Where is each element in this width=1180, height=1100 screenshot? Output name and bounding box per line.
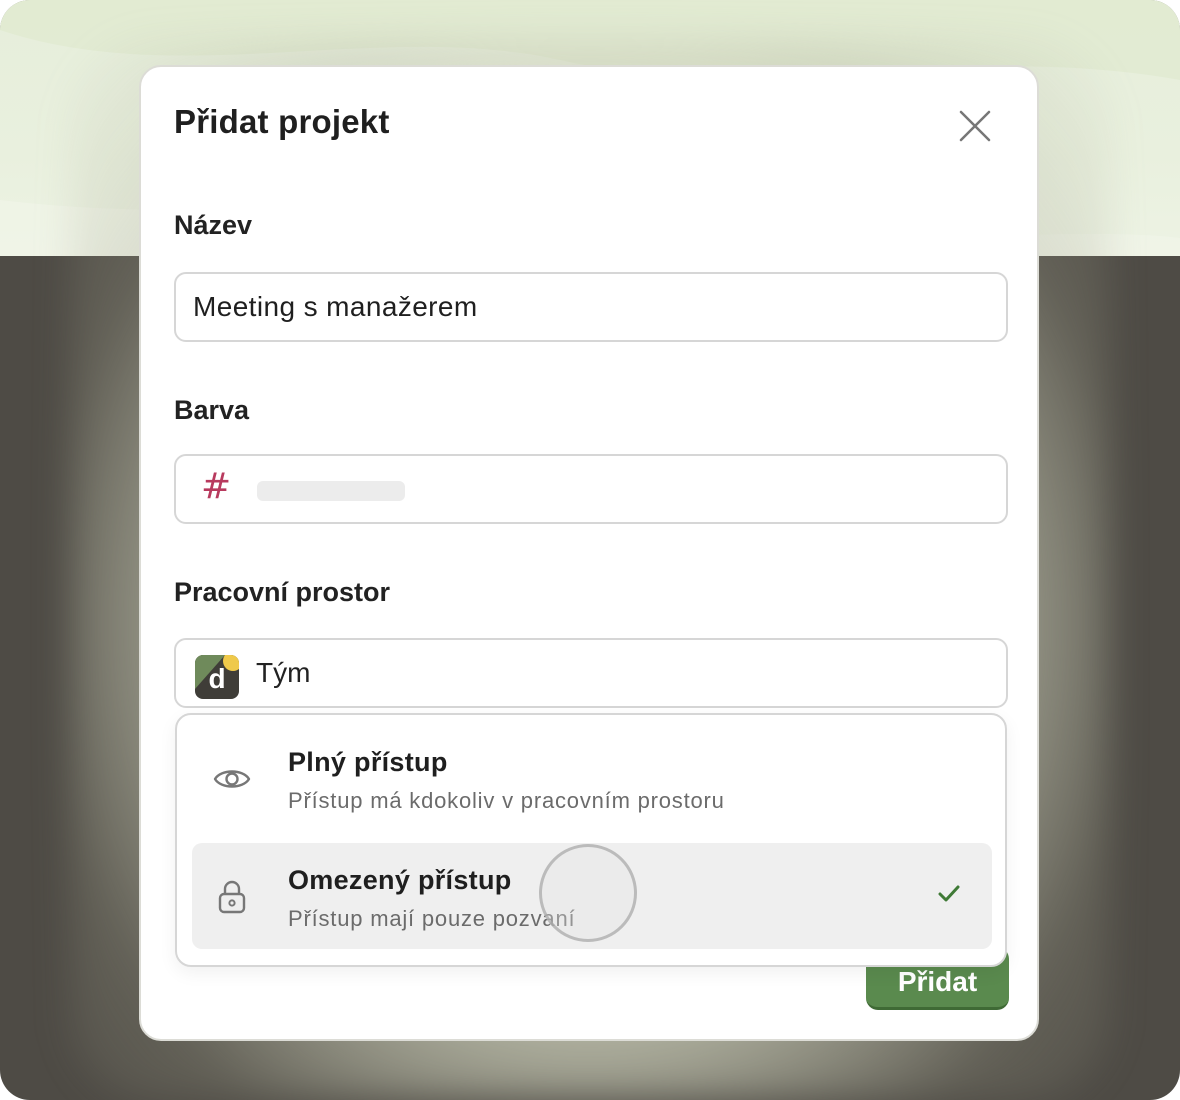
workspace-logo-letter: d <box>208 663 225 694</box>
name-label: Název <box>174 210 253 240</box>
access-dropdown-menu: Plný přístup Přístup má kdokoliv v praco… <box>175 713 1007 967</box>
name-input[interactable]: Meeting s manažerem <box>174 272 1008 342</box>
color-label: Barva <box>174 395 250 425</box>
color-value-placeholder <box>257 481 405 501</box>
option-subtitle: Přístup mají pouze pozvaní <box>288 906 576 931</box>
name-input-value: Meeting s manažerem <box>193 291 478 322</box>
option-subtitle: Přístup má kdokoliv v pracovním prostoru <box>288 788 725 813</box>
app-frame: Přidat projekt Název Meeting s manažerem… <box>0 0 1180 1100</box>
dialog-title: Přidat projekt <box>174 103 390 140</box>
option-full-access[interactable]: Plný přístup Přístup má kdokoliv v praco… <box>192 725 992 831</box>
workspace-label: Pracovní prostor <box>174 577 391 607</box>
option-title: Plný přístup <box>288 747 448 777</box>
checkmark-icon <box>936 881 962 907</box>
lock-icon <box>212 879 252 915</box>
workspace-value: Tým <box>256 657 311 688</box>
option-restricted-access[interactable]: Omezený přístup Přístup mají pouze pozva… <box>192 843 992 949</box>
eye-icon <box>212 761 252 797</box>
add-project-dialog: Přidat projekt Název Meeting s manažerem… <box>139 65 1039 1041</box>
workspace-select[interactable]: d Tým <box>174 638 1008 708</box>
close-icon[interactable] <box>956 107 994 145</box>
color-input[interactable]: # <box>174 454 1008 524</box>
touch-indicator <box>539 844 637 942</box>
hash-icon: # <box>201 466 232 507</box>
workspace-logo-icon: d <box>195 655 239 699</box>
option-title: Omezený přístup <box>288 865 512 895</box>
